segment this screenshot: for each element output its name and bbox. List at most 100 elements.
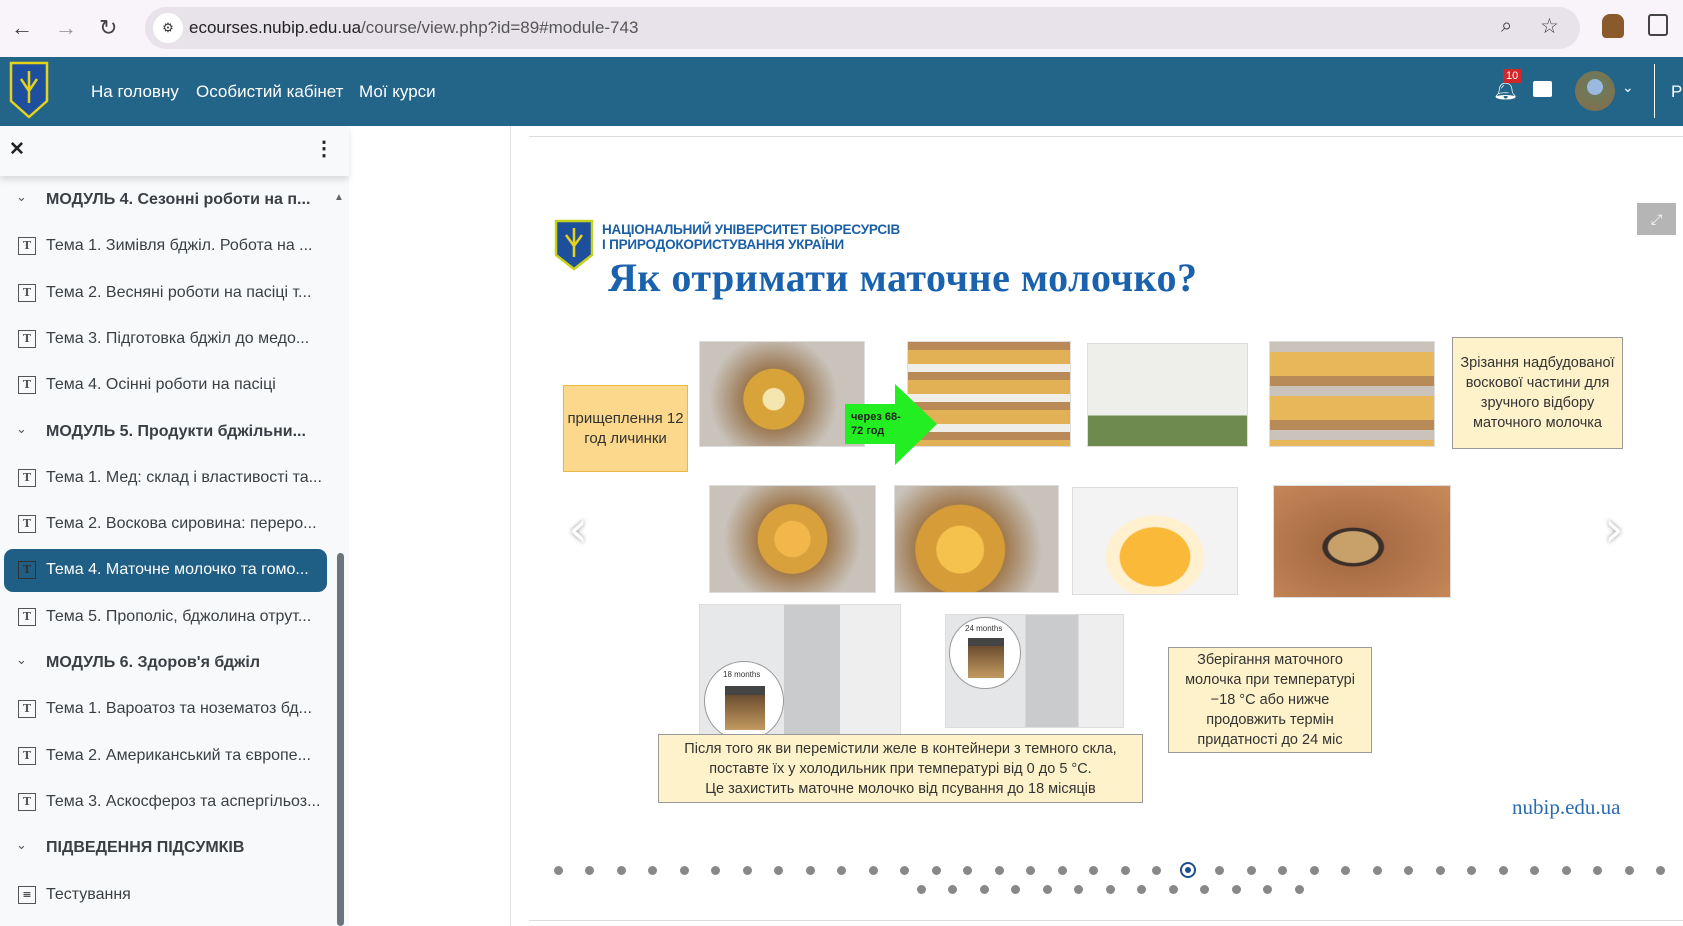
carousel-dot[interactable]: [1624, 865, 1634, 875]
course-index-item[interactable]: T Тема 1. Вароатоз та нозематоз бд...: [4, 688, 327, 731]
fullscreen-button[interactable]: ⤢: [1637, 203, 1676, 235]
kebab-menu-icon[interactable]: ⋮: [314, 136, 334, 161]
carousel-dot[interactable]: [711, 865, 720, 875]
course-index-item[interactable]: T Тема 2. Американський та європе...: [4, 735, 327, 778]
carousel-dot[interactable]: [900, 865, 909, 875]
item-label: МОДУЛЬ 5. Продукти бджільни...: [46, 422, 306, 440]
carousel-dot[interactable]: [1341, 865, 1350, 875]
carousel-dot[interactable]: [1263, 884, 1272, 894]
nav-personal-cabinet[interactable]: Особистий кабінет: [196, 82, 343, 102]
carousel-dot[interactable]: [916, 884, 926, 894]
carousel-dot[interactable]: [1011, 884, 1020, 894]
bookmark-star-icon[interactable]: ☆: [1540, 14, 1559, 39]
user-menu-chevron-icon[interactable]: ⌄: [1622, 79, 1634, 96]
course-index-item[interactable]: T Тема 1. Зимівля бджіл. Робота на ...: [4, 225, 327, 268]
carousel-dot-active[interactable]: [1180, 862, 1196, 878]
carousel-dot[interactable]: [805, 865, 815, 875]
section-header[interactable]: ⌄ МОДУЛЬ 5. Продукти бджільни...: [4, 411, 327, 454]
owl-extension-icon[interactable]: [1602, 14, 1624, 38]
forward-icon[interactable]: →: [55, 14, 77, 42]
scroll-up-icon[interactable]: ▲: [334, 192, 344, 203]
close-drawer-icon[interactable]: ✕: [9, 138, 25, 161]
carousel-dot[interactable]: [1435, 865, 1445, 875]
section-chevron-icon[interactable]: ⌄: [16, 652, 27, 668]
course-index-item[interactable]: T Тема 2. Весняні роботи на пасіці т...: [4, 272, 327, 315]
carousel-dot[interactable]: [1026, 865, 1035, 875]
carousel-dot[interactable]: [1309, 865, 1319, 875]
sidebar-scrollbar[interactable]: [337, 553, 344, 926]
extensions-icon[interactable]: [1648, 14, 1668, 36]
nubip-logo[interactable]: [9, 61, 49, 119]
section-header[interactable]: ⌄ ПІДВЕДЕННЯ ПІДСУМКІВ: [4, 827, 327, 870]
carousel-dot[interactable]: [931, 865, 941, 875]
carousel-dot[interactable]: [1467, 865, 1476, 875]
url-path: /course/view.php?id=89#module-743: [361, 18, 639, 37]
carousel-dot[interactable]: [648, 865, 657, 875]
section-header[interactable]: ⌄ МОДУЛЬ 6. Здоров'я бджіл: [4, 642, 327, 685]
carousel-dot[interactable]: [585, 865, 594, 875]
university-name: НАЦІОНАЛЬНИЙ УНІВЕРСИТЕТ БІОРЕСУРСІВ І П…: [602, 222, 900, 252]
section-chevron-icon[interactable]: ⌄: [16, 837, 27, 853]
course-index-item[interactable]: T Тема 4. Осінні роботи на пасіці: [4, 364, 327, 407]
carousel-dot[interactable]: [616, 865, 626, 875]
course-index-item[interactable]: T Тема 4. Маточне молочко та гомо...: [4, 549, 327, 593]
page-icon: T: [18, 700, 36, 719]
carousel-dot[interactable]: [1137, 884, 1146, 894]
nav-my-courses[interactable]: Мої курси: [359, 82, 436, 102]
previous-slide-icon[interactable]: ‹: [568, 500, 588, 558]
reload-icon[interactable]: ↻: [99, 14, 117, 42]
user-avatar[interactable]: [1575, 71, 1615, 111]
carousel-dot[interactable]: [742, 865, 752, 875]
course-index-item[interactable]: T Тема 1. Мед: склад і властивості та...: [4, 457, 327, 500]
item-label: Тема 4. Осінні роботи на пасіці: [46, 376, 276, 394]
page-icon: T: [18, 792, 36, 811]
section-chevron-icon[interactable]: ⌄: [16, 189, 27, 205]
carousel-dot[interactable]: [1593, 865, 1602, 875]
section-chevron-icon[interactable]: ⌄: [16, 421, 27, 437]
carousel-dot[interactable]: [1231, 884, 1241, 894]
carousel-dot[interactable]: [979, 884, 989, 894]
section-header[interactable]: ⌄ МОДУЛЬ 4. Сезонні роботи на п...: [4, 179, 327, 222]
zoom-icon[interactable]: ⌕: [1501, 15, 1512, 38]
carousel-dot[interactable]: [1404, 865, 1413, 875]
course-index-item[interactable]: T Тема 5. Прополіс, бджолина отрут...: [4, 596, 327, 639]
next-slide-icon[interactable]: ›: [1604, 500, 1624, 558]
course-index-item[interactable]: T Тема 3. Підготовка бджіл до медо...: [4, 318, 327, 361]
carousel-dot[interactable]: [1168, 884, 1178, 894]
carousel-dot[interactable]: [1120, 865, 1130, 875]
carousel-dot[interactable]: [1105, 884, 1115, 894]
carousel-dot[interactable]: [1530, 865, 1539, 875]
carousel-dot[interactable]: [1074, 884, 1083, 894]
carousel-dot[interactable]: [1057, 865, 1067, 875]
carousel-dot[interactable]: [948, 884, 957, 894]
carousel-dot[interactable]: [837, 865, 846, 875]
carousel-dot[interactable]: [1246, 865, 1256, 875]
carousel-dot[interactable]: [1498, 865, 1508, 875]
course-index-item[interactable]: ≡ Тестування: [4, 874, 327, 917]
nav-home[interactable]: На головну: [91, 82, 179, 102]
url-host: ecourses.nubip.edu.ua: [189, 18, 362, 37]
course-index-item[interactable]: T Тема 3. Аскосфероз та аспергільоз...: [4, 781, 327, 824]
carousel-dot[interactable]: [774, 865, 783, 875]
carousel-dot[interactable]: [679, 865, 689, 875]
carousel-dot[interactable]: [1278, 865, 1287, 875]
carousel-dot[interactable]: [1042, 884, 1052, 894]
carousel-dot[interactable]: [868, 865, 878, 875]
carousel-dot[interactable]: [1561, 865, 1571, 875]
carousel-dot[interactable]: [553, 865, 563, 875]
carousel-dot[interactable]: [1294, 884, 1304, 894]
url-text[interactable]: ecourses.nubip.edu.ua/course/view.php?id…: [189, 18, 638, 38]
carousel-dot[interactable]: [1200, 884, 1209, 894]
messages-icon[interactable]: [1533, 81, 1552, 97]
site-info-icon[interactable]: ⚙: [153, 13, 183, 43]
address-bar[interactable]: ⚙ ecourses.nubip.edu.ua/course/view.php?…: [145, 7, 1580, 49]
carousel-dot[interactable]: [1152, 865, 1161, 875]
carousel-dot[interactable]: [1656, 865, 1665, 875]
carousel-dot[interactable]: [1372, 865, 1382, 875]
course-index-item[interactable]: T Тема 2. Воскова сировина: переро...: [4, 503, 327, 546]
back-icon[interactable]: ←: [11, 14, 33, 42]
carousel-dot[interactable]: [963, 865, 972, 875]
carousel-dot[interactable]: [1215, 865, 1224, 875]
carousel-dot[interactable]: [1089, 865, 1098, 875]
carousel-dot[interactable]: [994, 865, 1004, 875]
